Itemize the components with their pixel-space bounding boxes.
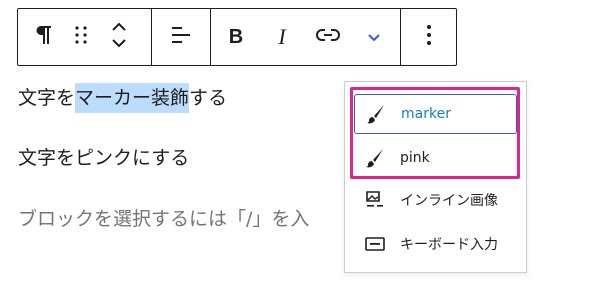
pilcrow-icon: [34, 24, 52, 50]
bold-label: B: [228, 25, 244, 48]
options-button[interactable]: [410, 9, 448, 65]
menu-item-pink[interactable]: pink: [354, 138, 517, 178]
menu-item-label: marker: [401, 106, 451, 122]
link-icon: [316, 27, 340, 47]
format-group: B I: [211, 9, 401, 65]
menu-item-keyboard-input[interactable]: キーボード入力: [354, 224, 517, 264]
menu-item-marker[interactable]: marker: [354, 94, 517, 134]
menu-item-label: インライン画像: [400, 193, 498, 209]
text-before: 文字を: [18, 87, 76, 109]
move-up-down-button[interactable]: [100, 9, 138, 65]
italic-button[interactable]: I: [263, 9, 301, 65]
brush-icon: [364, 147, 386, 169]
menu-item-label: pink: [400, 150, 430, 166]
block-controls-group: [18, 9, 152, 65]
more-formats-button[interactable]: [355, 9, 393, 65]
format-dropdown-menu: marker pink インライン画像 キーボード入力: [344, 81, 527, 273]
menu-item-label: キーボード入力: [400, 237, 498, 253]
paragraph-marker[interactable]: 文字をマーカー装飾する: [18, 83, 228, 113]
text-after: する: [189, 87, 228, 109]
link-button[interactable]: [309, 9, 347, 65]
align-left-icon: [170, 25, 192, 49]
options-group: [401, 9, 456, 65]
drag-handle-icon: [74, 25, 88, 49]
block-toolbar: B I: [17, 8, 457, 66]
paragraph-pink[interactable]: 文字をピンクにする: [18, 146, 189, 170]
chevron-down-icon: [366, 28, 382, 47]
drag-handle[interactable]: [62, 9, 100, 65]
kebab-icon: [426, 24, 432, 50]
move-up-down-icon: [110, 20, 128, 54]
bold-button[interactable]: B: [217, 9, 255, 65]
brush-icon: [365, 103, 387, 125]
align-button[interactable]: [162, 9, 200, 65]
italic-label: I: [278, 24, 286, 49]
selected-text: マーカー装飾: [75, 83, 190, 113]
keyboard-input-icon: [364, 233, 386, 255]
menu-item-inline-image[interactable]: インライン画像: [354, 180, 517, 220]
block-placeholder[interactable]: ブロックを選択するには「/」を入: [18, 207, 348, 231]
paragraph-block-button[interactable]: [24, 9, 62, 65]
inline-image-icon: [364, 189, 386, 211]
align-group: [152, 9, 211, 65]
